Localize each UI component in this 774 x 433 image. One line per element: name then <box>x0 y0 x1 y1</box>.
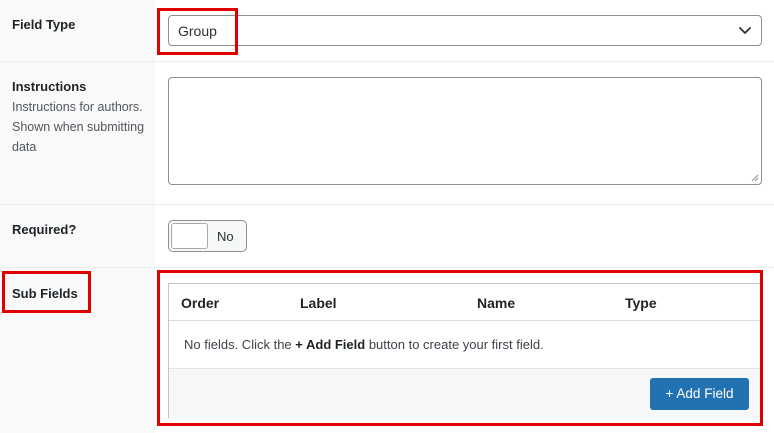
row-divider <box>155 61 774 62</box>
required-toggle[interactable]: No <box>168 220 247 252</box>
required-label: Required? <box>12 222 77 237</box>
label-column <box>0 0 155 433</box>
row-divider <box>0 61 155 62</box>
highlight-sub-fields-label <box>2 271 91 313</box>
chevron-down-icon <box>739 27 751 34</box>
highlight-sub-fields-table <box>157 270 763 426</box>
row-divider <box>0 267 774 268</box>
instructions-textarea[interactable] <box>168 77 762 185</box>
toggle-state-text: No <box>217 229 234 244</box>
field-type-label: Field Type <box>12 17 76 32</box>
resize-grip-icon[interactable] <box>751 174 759 182</box>
instructions-label: Instructions <box>12 79 87 94</box>
toggle-knob <box>171 223 208 249</box>
row-divider <box>0 204 774 205</box>
field-type-select[interactable]: Group <box>168 15 762 46</box>
highlight-field-type-select <box>157 8 238 55</box>
instructions-description: Instructions for authors. Shown when sub… <box>12 100 145 154</box>
